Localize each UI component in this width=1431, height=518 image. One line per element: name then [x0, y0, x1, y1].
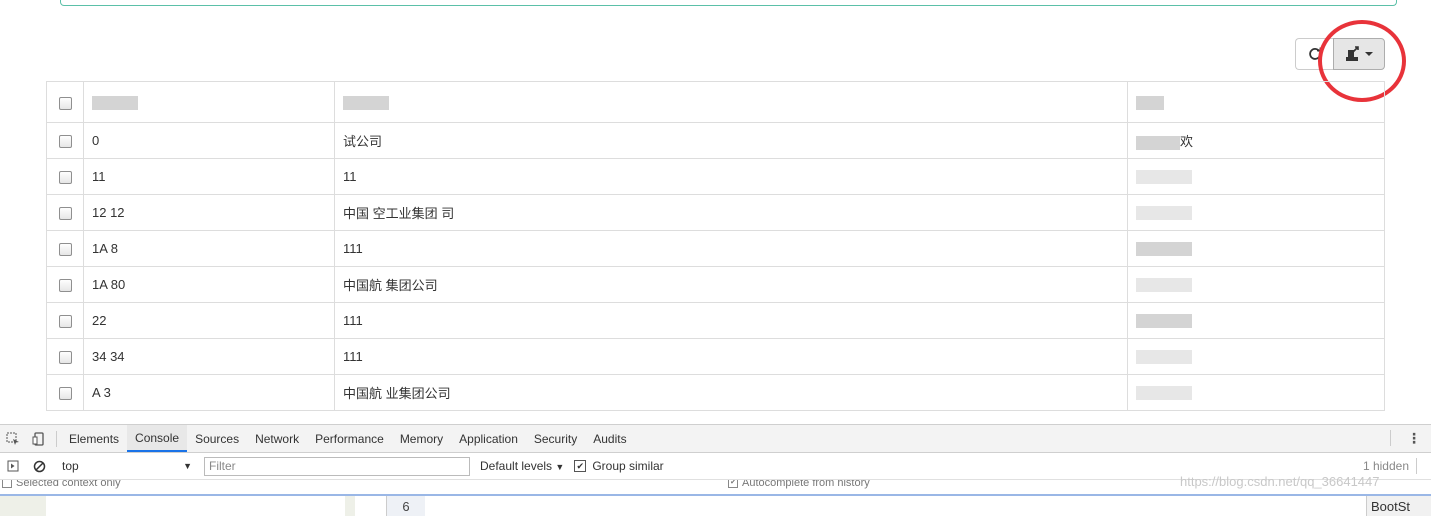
row-checkbox[interactable] — [58, 243, 72, 257]
tab-memory[interactable]: Memory — [392, 426, 451, 452]
column-header-3[interactable] — [1127, 81, 1385, 123]
table-row[interactable]: 34 34 111 — [46, 338, 1385, 375]
row-name: 11 — [334, 158, 1128, 195]
refresh-icon — [1308, 47, 1321, 60]
row-code: 1A 8 — [83, 230, 335, 267]
row-extra: 欢 — [1180, 134, 1194, 149]
row-checkbox[interactable] — [58, 171, 72, 185]
tab-application[interactable]: Application — [451, 426, 526, 452]
context-selector[interactable]: top ▼ — [56, 459, 192, 473]
export-icon — [1346, 46, 1359, 61]
devtools-tab-bar: Elements Console Sources Network Perform… — [0, 425, 1431, 453]
table-body: 0 试公司 欢 11 11 12 12 中国 空工业集团 司 1A 8 111 — [46, 122, 1385, 411]
row-code: 22 — [83, 302, 335, 339]
editor-strip: 6 https://blog.csdn.net/qq_36641447 Boot… — [0, 474, 1431, 516]
tab-sources[interactable]: Sources — [187, 426, 247, 452]
clear-console-icon[interactable] — [26, 453, 52, 479]
inspect-element-icon[interactable] — [0, 426, 26, 452]
log-levels-label: Default levels — [480, 459, 553, 473]
device-toolbar-icon[interactable] — [26, 426, 52, 452]
selected-context-label: Selected context only — [16, 480, 121, 489]
autocomplete-option[interactable]: ✔ Autocomplete from history — [728, 480, 870, 489]
row-name: 111 — [334, 230, 1128, 267]
autocomplete-label: Autocomplete from history — [742, 480, 870, 489]
row-code: 0 — [83, 122, 335, 159]
line-number: 6 — [386, 496, 425, 516]
more-options-icon[interactable]: ⋮ — [1407, 425, 1421, 451]
divider — [1416, 458, 1417, 474]
row-code: 11 — [83, 158, 335, 195]
column-header-2[interactable] — [334, 81, 1128, 123]
checkbox-checked-icon[interactable]: ✔ — [574, 460, 587, 472]
table-row[interactable]: A 3 中国航 业集团公司 — [46, 374, 1385, 411]
chevron-down-icon: ▼ — [555, 462, 565, 472]
divider — [1390, 430, 1391, 446]
console-filter-input[interactable] — [204, 456, 470, 476]
row-name: 中国航 集团公司 — [334, 266, 1128, 303]
devtools-panel: Elements Console Sources Network Perform… — [0, 424, 1431, 516]
watermark: https://blog.csdn.net/qq_36641447 — [1180, 474, 1380, 489]
tab-elements[interactable]: Elements — [61, 426, 127, 452]
row-checkbox[interactable] — [58, 315, 72, 329]
row-code: A 3 — [83, 374, 335, 411]
table-row[interactable]: 1A 80 中国航 集团公司 — [46, 266, 1385, 303]
group-similar-label: Group similar — [592, 459, 664, 473]
chevron-down-icon: ▼ — [183, 461, 192, 471]
hidden-messages-count: 1 hidden — [1362, 459, 1409, 473]
log-levels-dropdown[interactable]: Default levels ▼ — [480, 459, 564, 473]
table-toolbar — [1295, 38, 1385, 71]
table-row[interactable]: 12 12 中国 空工业集团 司 — [46, 194, 1385, 231]
tab-security[interactable]: Security — [526, 426, 585, 452]
bottom-right-label: BootSt — [1366, 496, 1431, 516]
table-row[interactable]: 22 111 — [46, 302, 1385, 339]
table-row[interactable]: 11 11 — [46, 158, 1385, 195]
context-value: top — [62, 459, 79, 473]
row-name: 中国航 业集团公司 — [334, 374, 1128, 411]
tab-performance[interactable]: Performance — [307, 426, 392, 452]
data-table: 0 试公司 欢 11 11 12 12 中国 空工业集团 司 1A 8 111 — [46, 81, 1385, 411]
row-checkbox[interactable] — [58, 351, 72, 365]
mid-pane-strip — [345, 496, 355, 516]
show-sidebar-icon[interactable] — [0, 453, 26, 479]
row-checkbox[interactable] — [58, 207, 72, 221]
row-checkbox[interactable] — [58, 279, 72, 293]
select-all-cell — [46, 81, 84, 123]
row-checkbox[interactable] — [58, 135, 72, 149]
left-pane-strip — [0, 496, 46, 516]
table-row[interactable]: 1A 8 111 — [46, 230, 1385, 267]
group-similar-toggle[interactable]: ✔ Group similar — [574, 459, 664, 473]
export-dropdown-button[interactable] — [1333, 38, 1385, 70]
column-header-1[interactable] — [83, 81, 335, 123]
checkbox-checked-icon[interactable]: ✔ — [728, 480, 738, 488]
row-checkbox[interactable] — [58, 387, 72, 401]
row-name: 试公司 — [334, 122, 1128, 159]
row-name: 中国 空工业集团 司 — [334, 194, 1128, 231]
divider — [56, 430, 57, 447]
refresh-button[interactable] — [1295, 38, 1333, 70]
table-header-row — [46, 81, 1385, 123]
select-all-checkbox[interactable] — [58, 96, 72, 110]
chevron-down-icon — [1365, 52, 1373, 56]
selected-context-option[interactable]: Selected context only — [2, 480, 121, 489]
tab-audits[interactable]: Audits — [585, 426, 634, 452]
tab-network[interactable]: Network — [247, 426, 307, 452]
table-row[interactable]: 0 试公司 欢 — [46, 122, 1385, 159]
row-name: 111 — [334, 338, 1128, 375]
checkbox-icon[interactable] — [2, 480, 12, 488]
row-code: 1A 80 — [83, 266, 335, 303]
row-code: 12 12 — [83, 194, 335, 231]
top-panel — [60, 0, 1397, 6]
tab-console[interactable]: Console — [127, 425, 188, 452]
row-code: 34 34 — [83, 338, 335, 375]
row-name: 111 — [334, 302, 1128, 339]
